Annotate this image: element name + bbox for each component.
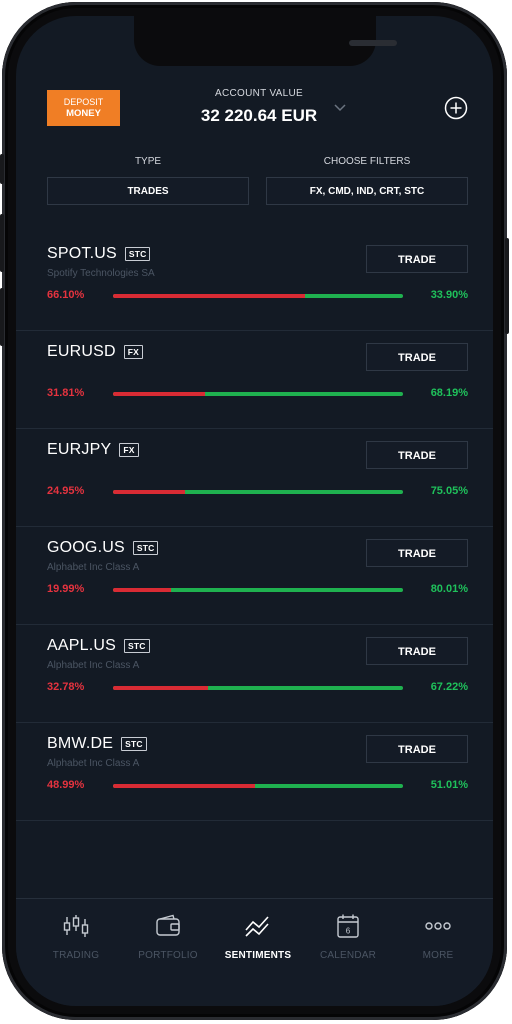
trade-button[interactable]: TRADE [366,735,468,763]
tab-portfolio[interactable]: PORTFOLIO [123,899,213,961]
tab-sentiments[interactable]: SENTIMENTS [213,899,303,961]
sell-bar-fill [113,392,206,396]
trade-button[interactable]: TRADE [366,637,468,665]
trade-button[interactable]: TRADE [366,343,468,371]
account-value: 32 220.64 EUR [200,106,318,125]
chevron-down-icon[interactable] [334,102,346,114]
buy-percentage: 67.22% [430,681,468,693]
instrument-row: GOOG.US STC Alphabet Inc Class A TRADE 19.99… [16,526,493,625]
instrument-name: Alphabet Inc Class A [47,562,140,573]
instrument-symbol-wrap[interactable]: BMW.DE STC [47,735,147,753]
asset-class-badge: FX [119,443,139,457]
power-button [505,238,509,334]
instrument-symbol: EURJPY [47,441,112,458]
type-label: TYPE [134,156,162,167]
sell-percentage: 24.95% [47,485,85,497]
deposit-money-button[interactable]: DEPOSIT MONEY [47,90,120,126]
sentiment-bar [113,588,403,592]
instrument-name: Spotify Technologies SA [47,268,155,279]
volume-up-button [0,214,4,272]
deposit-line2: MONEY [66,108,101,119]
instrument-symbol: AAPL.US [47,637,116,654]
trade-button[interactable]: TRADE [366,245,468,273]
instrument-symbol-wrap[interactable]: EURJPY FX [47,441,139,459]
instrument-symbol: EURUSD [47,343,116,360]
sentiment-bar [113,784,403,788]
bottom-tab-bar: TRADING PORTFOLIO SENTIMENTS 6 CALENDAR … [16,898,493,1006]
tab-calendar-label: CALENDAR [319,950,377,961]
sentiment-bar [113,490,403,494]
calendar-icon: 6 [337,914,359,938]
sell-bar-fill [113,686,209,690]
silent-switch [0,154,4,184]
instrument-symbol-wrap[interactable]: EURUSD FX [47,343,144,361]
tab-more-label: MORE [422,950,454,961]
add-plus-icon[interactable] [444,96,468,120]
sell-bar-fill [113,294,305,298]
asset-class-badge: FX [123,345,144,359]
trade-button[interactable]: TRADE [366,539,468,567]
notch [134,16,397,66]
asset-class-badge: STC [124,639,150,653]
sentiment-bar [113,686,403,690]
instrument-symbol-wrap[interactable]: GOOG.US STC [47,539,159,557]
tab-sentiments-label: SENTIMENTS [224,950,292,961]
tab-trading-label: TRADING [52,950,100,961]
buy-percentage: 80.01% [430,583,468,595]
sentiment-bar [113,392,403,396]
sell-percentage: 31.81% [47,387,85,399]
sell-percentage: 32.78% [47,681,85,693]
sell-bar-fill [113,490,186,494]
app-screen: DEPOSIT MONEY ACCOUNT VALUE 32 220.64 EU… [16,16,493,1006]
buy-percentage: 51.01% [430,779,468,791]
sell-percentage: 19.99% [47,583,85,595]
trading-icon [63,915,89,937]
calendar-day: 6 [346,927,351,936]
tab-calendar[interactable]: 6 CALENDAR [303,899,393,961]
instrument-row: SPOT.US STC Spotify Technologies SA TRADE 66… [16,232,493,331]
phone-frame: DEPOSIT MONEY ACCOUNT VALUE 32 220.64 EU… [0,2,509,1020]
sentiments-icon [245,916,269,937]
sentiment-bar [113,294,403,298]
instrument-row: BMW.DE STC Alphabet Inc Class A TRADE 48.99%… [16,722,493,821]
instrument-symbol: SPOT.US [47,245,117,262]
asset-class-badge: STC [121,737,147,751]
instrument-name: Alphabet Inc Class A [47,758,140,769]
volume-down-button [0,288,4,346]
sell-bar-fill [113,784,256,788]
sell-percentage: 48.99% [47,779,85,791]
sell-bar-fill [113,588,171,592]
buy-percentage: 68.19% [430,387,468,399]
asset-class-badge: STC [132,541,159,555]
tab-more[interactable]: MORE [393,899,483,961]
instrument-symbol-wrap[interactable]: SPOT.US STC [47,245,151,263]
tab-trading[interactable]: TRADING [31,899,121,961]
asset-class-badge: STC [124,247,151,261]
instrument-symbol: GOOG.US [47,539,125,556]
trade-button[interactable]: TRADE [366,441,468,469]
instrument-symbol-wrap[interactable]: AAPL.US STC [47,637,150,655]
speaker [349,40,397,46]
instrument-row: EURJPY FX TRADE 24.95% 75.05% [16,428,493,527]
account-value-label: ACCOUNT VALUE [215,88,303,99]
sell-percentage: 66.10% [47,289,85,301]
instrument-name: Alphabet Inc Class A [47,660,140,671]
filters-select[interactable]: FX, CMD, IND, CRT, STC [266,177,468,205]
instrument-row: EURUSD FX TRADE 31.81% 68.19% [16,330,493,429]
choose-filters-label: CHOOSE FILTERS [323,156,411,167]
instrument-symbol: BMW.DE [47,735,114,752]
more-icon [425,922,451,930]
instrument-row: AAPL.US STC Alphabet Inc Class A TRADE 32.78… [16,624,493,723]
account-value-block[interactable]: ACCOUNT VALUE 32 220.64 EUR [174,88,344,126]
wallet-icon [156,914,180,936]
buy-percentage: 33.90% [430,289,468,301]
deposit-line1: DEPOSIT [63,97,104,107]
type-select[interactable]: TRADES [47,177,249,205]
buy-percentage: 75.05% [430,485,468,497]
tab-portfolio-label: PORTFOLIO [138,950,198,961]
